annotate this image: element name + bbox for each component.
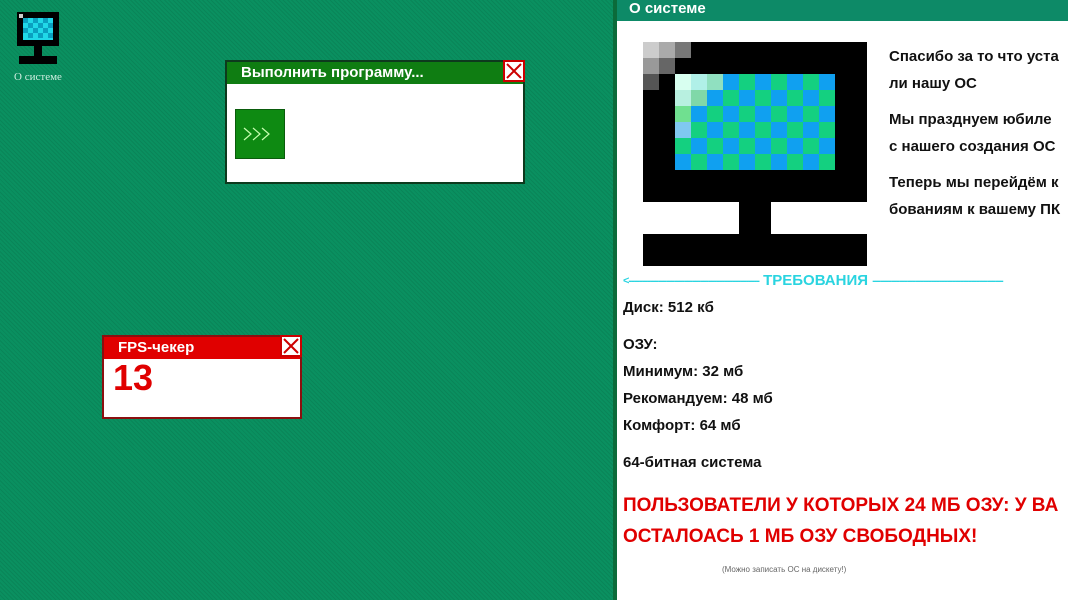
divider-right: ----------------------------------------… <box>872 275 1003 288</box>
close-x-icon <box>283 338 299 354</box>
fps-window-title: FPS-чекер <box>118 339 195 356</box>
disk-requirement: Диск: 512 кб <box>623 299 714 316</box>
warning-line-1: ПОЛЬЗОВАТЕЛИ У КОТОРЫХ 24 МБ ОЗУ: У ВА <box>623 495 1059 516</box>
message-line-2: ли нашу ОС <box>889 75 977 92</box>
computer-monitor-icon <box>17 12 59 64</box>
requirements-divider: <---------------------------------------… <box>623 272 1004 289</box>
architecture: 64-битная система <box>623 454 762 471</box>
run-button[interactable] <box>235 109 285 159</box>
requirements-header: ТРЕБОВАНИЯ <box>763 272 869 289</box>
run-window-title: Выполнить программу... <box>241 64 424 81</box>
close-x-icon <box>506 63 522 79</box>
floppy-footnote: (Можно записать ОС на дискету!) <box>722 565 847 574</box>
warning-line-2: ОСТАЛОАСЬ 1 МБ ОЗУ СВОБОДНЫХ! <box>623 526 978 547</box>
message-line-3: Мы празднуем юбиле <box>889 111 1052 128</box>
desktop-icon-about-system[interactable]: О системе <box>8 10 68 83</box>
ram-warning: ПОЛЬЗОВАТЕЛИ У КОТОРЫХ 24 МБ ОЗУ: У ВА О… <box>623 490 1068 552</box>
ram-label: ОЗУ: <box>623 336 658 353</box>
fps-value: 13 <box>113 357 154 398</box>
run-program-window[interactable]: Выполнить программу... <box>225 60 525 184</box>
message-line-1: Спасибо за то что уста <box>889 48 1059 65</box>
fps-window-titlebar[interactable]: FPS-чекер <box>104 335 302 359</box>
forward-arrows-icon <box>243 127 270 141</box>
ram-minimum: Минимум: 32 мб <box>623 363 744 380</box>
about-window-title: О системе <box>617 0 1068 21</box>
run-window-close-button[interactable] <box>503 60 525 82</box>
ram-recommended: Рекомандуем: 48 мб <box>623 390 773 407</box>
fps-window-close-button[interactable] <box>280 335 302 357</box>
message-line-4: с нашего создания ОС <box>889 138 1056 155</box>
ram-comfort: Комфорт: 64 мб <box>623 417 741 434</box>
computer-monitor-icon <box>643 42 867 266</box>
desktop-icon-label: О системе <box>14 71 62 83</box>
message-line-6: бованиям к вашему ПК <box>889 201 1061 218</box>
about-system-window[interactable]: О системе Спасибо за то что уста ли нашу… <box>613 0 1068 600</box>
fps-checker-window[interactable]: FPS-чекер 13 <box>102 335 302 419</box>
message-line-5: Теперь мы перейдём к <box>889 174 1059 191</box>
divider-left: <---------------------------------------… <box>623 275 760 288</box>
run-window-titlebar[interactable]: Выполнить программу... <box>227 60 525 84</box>
thank-you-message: Спасибо за то что уста ли нашу ОС Мы праз… <box>889 43 1068 232</box>
